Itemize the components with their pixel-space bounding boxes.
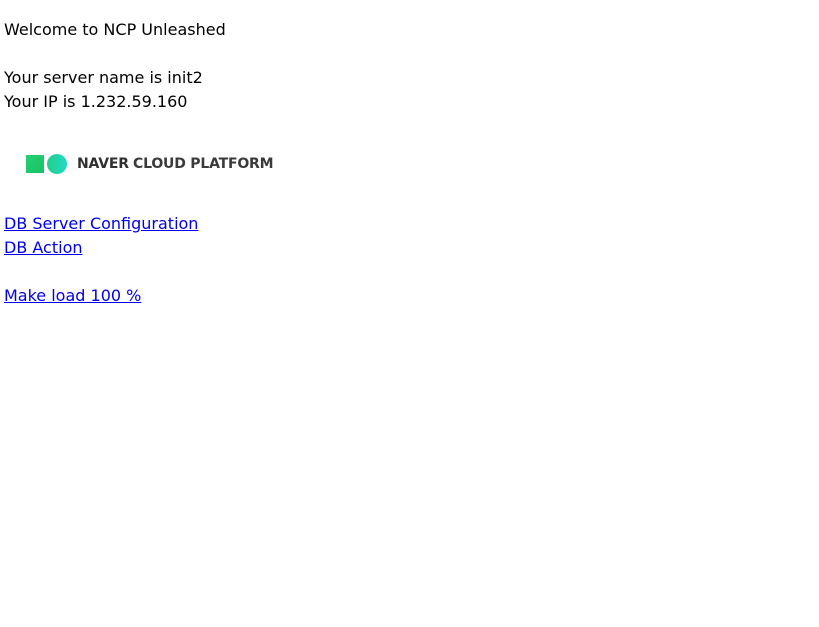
db-action-link[interactable]: DB Action bbox=[4, 236, 83, 260]
logo-suffix-text: CLOUD PLATFORM bbox=[133, 156, 274, 172]
page: Welcome to NCP Unleashed Your server nam… bbox=[0, 0, 819, 627]
ip-address-text: Your IP is 1.232.59.160 bbox=[4, 92, 188, 111]
logo-brand-text: NAVER bbox=[77, 156, 129, 172]
server-name-text: Your server name is init2 bbox=[4, 68, 203, 87]
logo-circle-shape bbox=[47, 154, 67, 174]
make-load-link[interactable]: Make load 100 % bbox=[4, 284, 141, 308]
logo-square-shape bbox=[26, 155, 44, 173]
welcome-heading: Welcome to NCP Unleashed bbox=[4, 20, 226, 39]
ncp-logo-mark-icon bbox=[26, 154, 67, 174]
logo-wordmark: NAVER CLOUD PLATFORM bbox=[77, 156, 274, 172]
naver-cloud-platform-logo: NAVER CLOUD PLATFORM bbox=[26, 153, 274, 175]
db-server-configuration-link[interactable]: DB Server Configuration bbox=[4, 212, 198, 236]
